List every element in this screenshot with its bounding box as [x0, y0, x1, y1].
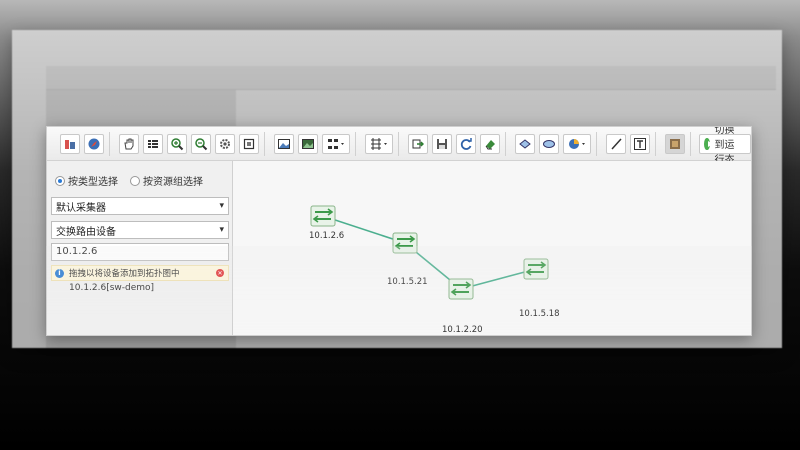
device-type-select-value: 交换路由设备 — [56, 226, 116, 238]
toolbar-group-file — [403, 131, 506, 156]
ellipse-icon — [543, 139, 555, 148]
grid-icon — [148, 139, 158, 148]
toolbar-group-mode — [660, 131, 691, 156]
toolbar: 切换到运行态 — [47, 127, 751, 166]
align-icon — [371, 137, 387, 150]
line-icon — [611, 137, 622, 150]
radio-unselected-icon — [130, 175, 140, 186]
layout-icon — [328, 138, 344, 149]
toolbar-group-align — [360, 131, 399, 156]
chevron-down-icon: ▾ — [219, 225, 224, 235]
background-image-button[interactable] — [274, 133, 294, 154]
settings-button[interactable] — [215, 133, 235, 154]
switch-node-label: 10.1.2.20 — [442, 325, 483, 335]
topology-editor-window: 切换到运行态 按类型选择 按资源组选择 默认采集器 ▾ 交换路由设备 ▾ — [46, 126, 752, 336]
switch-to-runtime-label: 切换到运行态 — [714, 126, 735, 166]
compass-icon — [88, 138, 100, 149]
stage: 切换到运行态 按类型选择 按资源组选择 默认采集器 ▾ 交换路由设备 ▾ — [0, 0, 800, 450]
edit-mode-icon — [670, 138, 680, 149]
save-button[interactable] — [432, 133, 452, 154]
gear-icon — [220, 138, 230, 149]
eraser-button[interactable] — [480, 133, 500, 154]
radio-by-group[interactable]: 按资源组选择 — [130, 173, 203, 188]
switch-node[interactable] — [523, 258, 549, 280]
topology-canvas[interactable]: 10.1.2.6 10.1.5.21 10.1.2.20 10.1.5.18 — [233, 161, 751, 335]
radio-by-type[interactable]: 按类型选择 — [55, 173, 118, 188]
refresh-icon — [460, 137, 472, 150]
compass-button[interactable] — [84, 133, 104, 154]
close-icon[interactable]: ✕ — [216, 269, 224, 277]
fit-view-button[interactable] — [239, 133, 259, 154]
topology-links-svg — [310, 205, 549, 300]
fit-view-icon — [243, 138, 255, 149]
switch-to-runtime-button[interactable]: 切换到运行态 — [699, 127, 751, 166]
device-search-input[interactable]: 10.1.2.6 — [51, 243, 229, 261]
chevron-down-icon: ▾ — [219, 201, 224, 211]
selection-mode-radios: 按类型选择 按资源组选择 — [55, 173, 215, 188]
device-result-item[interactable]: 10.1.2.6[sw-demo] — [69, 283, 154, 293]
eraser-icon — [485, 139, 495, 149]
toolbar-group-view — [55, 131, 110, 156]
grid-button[interactable] — [143, 133, 163, 154]
switch-node[interactable] — [310, 205, 336, 227]
pie-chart-icon — [569, 138, 585, 149]
radio-by-type-label: 按类型选择 — [68, 177, 118, 188]
picture-icon — [302, 138, 314, 149]
refresh-button[interactable] — [456, 133, 476, 154]
radio-selected-icon — [55, 175, 65, 186]
switch-node[interactable] — [392, 232, 418, 254]
toolbar-group-navigate — [114, 131, 265, 156]
radio-by-group-label: 按资源组选择 — [143, 177, 203, 188]
image-icon — [278, 138, 290, 149]
line-tool-button[interactable] — [606, 133, 626, 154]
zoom-out-icon — [195, 137, 208, 150]
toolbar-group-draw — [601, 131, 656, 156]
device-sidebar: 按类型选择 按资源组选择 默认采集器 ▾ 交换路由设备 ▾ 10.1.2.6 i… — [47, 161, 233, 335]
toolbar-group-image — [269, 131, 356, 156]
zoom-in-button[interactable] — [167, 133, 187, 154]
device-panel-button[interactable] — [60, 133, 80, 154]
collector-select-value: 默认采集器 — [56, 202, 106, 214]
diamond-shape-button[interactable] — [515, 133, 535, 154]
pan-button[interactable] — [119, 133, 139, 154]
chart-dropdown-button[interactable] — [563, 133, 591, 154]
switch-node-label: 10.1.2.6 — [309, 231, 345, 241]
align-dropdown-button[interactable] — [365, 133, 393, 154]
text-icon — [634, 137, 646, 150]
device-type-select[interactable]: 交换路由设备 ▾ — [51, 221, 229, 239]
background-toolbar — [46, 66, 776, 90]
device-panel-icon — [65, 139, 75, 149]
export-icon — [412, 139, 424, 148]
diamond-icon — [519, 138, 531, 149]
play-icon — [704, 137, 713, 150]
switch-node-label: 10.1.5.18 — [519, 309, 560, 319]
zoom-in-icon — [171, 137, 184, 150]
ellipse-shape-button[interactable] — [539, 133, 559, 154]
export-button[interactable] — [408, 133, 428, 154]
picture-button[interactable] — [298, 133, 318, 154]
drag-hint-bar: i 拖拽以将设备添加到拓扑图中 ✕ — [51, 265, 229, 281]
collector-select[interactable]: 默认采集器 ▾ — [51, 197, 229, 215]
layout-dropdown-button[interactable] — [322, 133, 350, 154]
zoom-out-button[interactable] — [191, 133, 211, 154]
drag-hint-text: 拖拽以将设备添加到拓扑图中 — [69, 269, 180, 279]
save-icon — [437, 138, 447, 149]
hand-icon — [124, 138, 134, 149]
edit-mode-button[interactable] — [665, 133, 685, 154]
toolbar-group-shapes — [510, 131, 597, 156]
text-tool-button[interactable] — [630, 133, 650, 154]
switch-node-label: 10.1.5.21 — [387, 277, 428, 287]
switch-node[interactable] — [448, 278, 474, 300]
info-icon: i — [55, 268, 64, 278]
